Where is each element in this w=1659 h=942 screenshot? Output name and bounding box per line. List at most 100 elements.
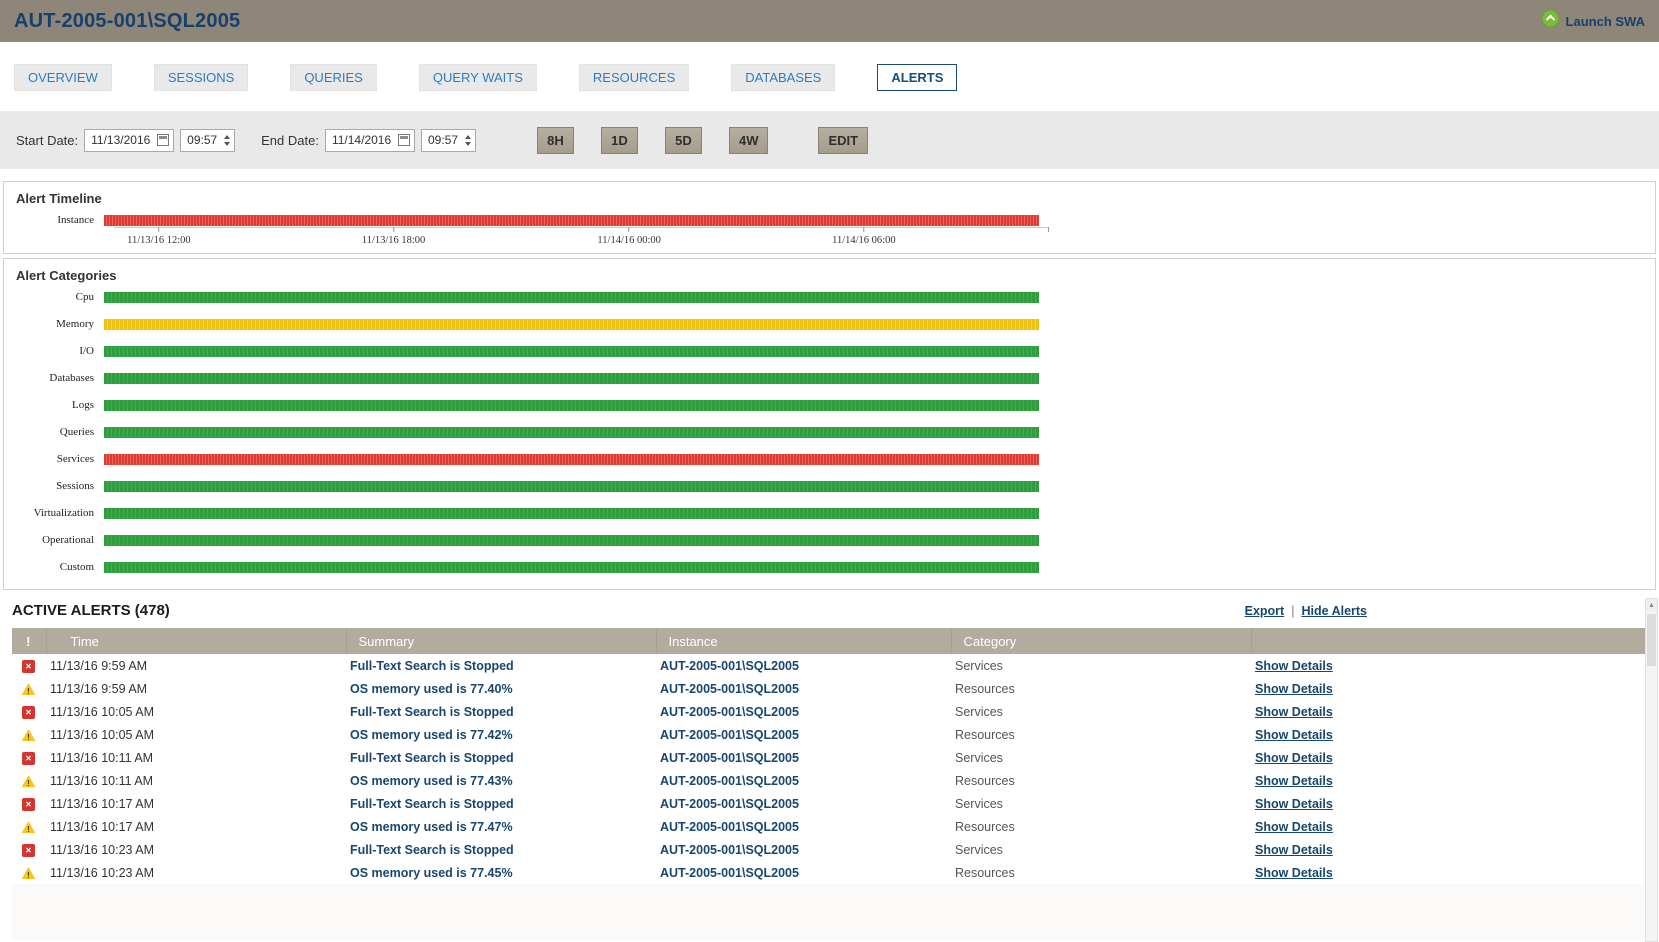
tick-label: 11/13/16 12:00 [127, 235, 191, 246]
column-header [1251, 628, 1645, 654]
warning-icon: ! [22, 775, 36, 787]
alert-time: 11/13/16 10:11 AM [46, 746, 346, 769]
alert-category: Services [951, 654, 1251, 677]
tab-bar: OVERVIEW SESSIONS QUERIES QUERY WAITS RESOUR… [14, 64, 1659, 91]
category-label: Virtualization [4, 507, 104, 519]
tab-query-waits[interactable]: QUERY WAITS [419, 64, 537, 91]
active-alerts-table: !TimeSummaryInstanceCategory ✕11/13/16 9… [12, 628, 1645, 884]
alert-time: 11/13/16 9:59 AM [46, 677, 346, 700]
alert-summary: Full-Text Search is Stopped [346, 654, 656, 677]
page-title: AUT-2005-001\SQL2005 [14, 10, 240, 33]
tab-overview[interactable]: OVERVIEW [14, 64, 112, 91]
alert-instance: AUT-2005-001\SQL2005 [656, 723, 951, 746]
tab-alerts[interactable]: ALERTS [877, 64, 957, 91]
alert-time: 11/13/16 10:23 AM [46, 861, 346, 884]
start-date-input[interactable] [89, 132, 157, 148]
error-icon: ✕ [22, 844, 35, 857]
alert-timeline-title: Alert Timeline [4, 182, 1655, 214]
show-details-link[interactable]: Show Details [1255, 820, 1333, 834]
spin-up-icon[interactable] [224, 135, 230, 139]
range-button-1d[interactable]: 1D [601, 127, 638, 154]
warning-icon: ! [22, 683, 36, 695]
launch-swa-icon [1541, 9, 1560, 33]
alert-summary: Full-Text Search is Stopped [346, 792, 656, 815]
time-spinner[interactable] [465, 135, 471, 146]
alert-instance: AUT-2005-001\SQL2005 [656, 792, 951, 815]
tick-mark [629, 227, 630, 232]
alerts-links: Export | Hide Alerts [1245, 604, 1367, 618]
spin-up-icon[interactable] [465, 135, 471, 139]
show-details-link[interactable]: Show Details [1255, 728, 1333, 742]
hide-alerts-link[interactable]: Hide Alerts [1301, 604, 1367, 618]
date-range-toolbar: Start Date: End Date: 8H1D5D4W EDIT [0, 111, 1659, 169]
alert-summary: OS memory used is 77.43% [346, 769, 656, 792]
category-label: Memory [4, 318, 104, 330]
alert-category: Services [951, 838, 1251, 861]
table-footer-space [12, 884, 1645, 940]
show-details-link[interactable]: Show Details [1255, 774, 1333, 788]
alert-time: 11/13/16 10:17 AM [46, 792, 346, 815]
spin-down-icon[interactable] [465, 142, 471, 146]
end-date-label: End Date: [261, 133, 319, 148]
alert-categories-panel: Alert Categories CpuMemoryI/ODatabasesLo… [3, 258, 1656, 590]
time-spinner[interactable] [224, 135, 230, 146]
calendar-icon[interactable] [398, 134, 410, 146]
error-icon: ✕ [22, 660, 35, 673]
active-alerts-header: ACTIVE ALERTS (478) Export | Hide Alerts [0, 590, 1659, 628]
alert-category: Services [951, 746, 1251, 769]
calendar-icon[interactable] [157, 134, 169, 146]
category-bar-ok [104, 508, 1039, 519]
launch-swa-label[interactable]: Launch SWA [1566, 14, 1645, 29]
alert-category: Services [951, 792, 1251, 815]
alerts-body: ✕11/13/16 9:59 AMFull-Text Search is Sto… [12, 654, 1645, 884]
alert-time: 11/13/16 9:59 AM [46, 654, 346, 677]
start-time-input[interactable] [185, 132, 221, 148]
range-button-4w[interactable]: 4W [729, 127, 769, 154]
alert-time: 11/13/16 10:05 AM [46, 723, 346, 746]
category-label: Queries [4, 426, 104, 438]
alert-category: Resources [951, 815, 1251, 838]
category-label: Databases [4, 372, 104, 384]
category-bar-ok [104, 346, 1039, 357]
launch-swa-button[interactable]: Launch SWA [1541, 9, 1645, 33]
alert-instance: AUT-2005-001\SQL2005 [656, 861, 951, 884]
alert-summary: OS memory used is 77.42% [346, 723, 656, 746]
range-button-5d[interactable]: 5D [665, 127, 702, 154]
show-details-link[interactable]: Show Details [1255, 843, 1333, 857]
category-label: Operational [4, 534, 104, 546]
show-details-link[interactable]: Show Details [1255, 659, 1333, 673]
alert-instance: AUT-2005-001\SQL2005 [656, 746, 951, 769]
range-button-8h[interactable]: 8H [537, 127, 574, 154]
scroll-up-icon[interactable]: ▲ [1646, 599, 1657, 612]
alert-category: Resources [951, 861, 1251, 884]
show-details-link[interactable]: Show Details [1255, 866, 1333, 880]
show-details-link[interactable]: Show Details [1255, 797, 1333, 811]
show-details-link[interactable]: Show Details [1255, 705, 1333, 719]
export-link[interactable]: Export [1245, 604, 1285, 618]
alert-time: 11/13/16 10:11 AM [46, 769, 346, 792]
alert-instance: AUT-2005-001\SQL2005 [656, 769, 951, 792]
tab-resources[interactable]: RESOURCES [579, 64, 689, 91]
end-date-input[interactable] [330, 132, 398, 148]
spin-down-icon[interactable] [224, 142, 230, 146]
tab-databases[interactable]: DATABASES [731, 64, 835, 91]
alert-row: ! 11/13/16 10:11 AMOS memory used is 77.4… [12, 769, 1645, 792]
show-details-link[interactable]: Show Details [1255, 682, 1333, 696]
category-row: Operational [4, 534, 1655, 546]
edit-button[interactable]: EDIT [818, 127, 868, 154]
end-time-input[interactable] [426, 132, 462, 148]
tab-sessions[interactable]: SESSIONS [154, 64, 248, 91]
alert-category: Resources [951, 769, 1251, 792]
tab-queries[interactable]: QUERIES [290, 64, 377, 91]
vertical-scrollbar[interactable]: ▲ [1645, 598, 1658, 942]
timeline-row-label: Instance [4, 214, 104, 226]
alert-summary: Full-Text Search is Stopped [346, 838, 656, 861]
category-row: Queries [4, 426, 1655, 438]
scrollbar-thumb[interactable] [1647, 614, 1656, 666]
alert-instance: AUT-2005-001\SQL2005 [656, 654, 951, 677]
show-details-link[interactable]: Show Details [1255, 751, 1333, 765]
category-row: Services [4, 453, 1655, 465]
axis-tick: 11/13/16 12:00 [127, 227, 191, 246]
category-bar-ok [104, 373, 1039, 384]
category-bar-ok [104, 562, 1039, 573]
